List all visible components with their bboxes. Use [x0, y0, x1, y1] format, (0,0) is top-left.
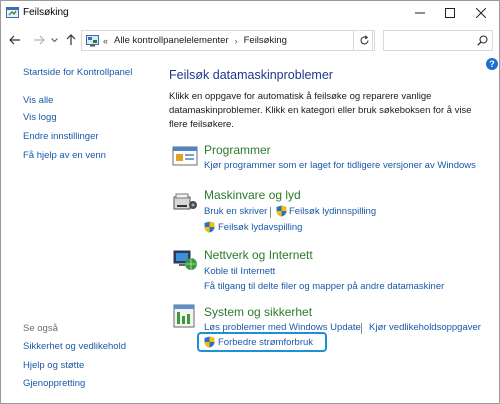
view-all-link[interactable]: Vis alle: [23, 95, 53, 106]
use-printer-link[interactable]: Bruk en skriver: [204, 206, 267, 217]
troubleshooting-window: Feilsøking « Alle kontrollpanelelementer…: [0, 0, 500, 404]
programs-icon[interactable]: [172, 143, 198, 169]
link-separator: [270, 207, 271, 218]
up-button[interactable]: [63, 31, 79, 49]
connect-internet-link[interactable]: Koble til Internett: [204, 266, 275, 277]
page-title: Feilsøk datamaskinproblemer: [169, 68, 333, 82]
maximize-icon: [445, 8, 455, 18]
control-panel-icon: [86, 34, 99, 46]
navigation-bar: « Alle kontrollpanelelementer › Feilsøki…: [1, 27, 499, 53]
uac-shield-icon: [276, 205, 287, 217]
close-button[interactable]: [466, 3, 496, 23]
breadcrumb-overflow[interactable]: «: [103, 36, 108, 46]
breadcrumb-all-items[interactable]: Alle kontrollpanelelementer: [114, 35, 229, 46]
troubleshooting-app-icon: [6, 7, 19, 18]
back-button[interactable]: [7, 31, 23, 49]
arrow-up-icon: [66, 34, 76, 45]
search-input[interactable]: [383, 30, 493, 51]
uac-shield-icon: [204, 221, 215, 233]
control-panel-home-link[interactable]: Startside for Kontrollpanel: [23, 67, 132, 78]
chevron-down-icon: [50, 37, 58, 42]
get-help-from-friend-link[interactable]: Få hjelp av en venn: [23, 150, 106, 161]
breadcrumb-current[interactable]: Feilsøking: [244, 35, 287, 46]
page-description: Klikk en oppgave for automatisk å feilsø…: [169, 91, 472, 130]
title-bar: Feilsøking: [1, 1, 499, 25]
see-also-heading: Se også: [23, 323, 58, 334]
run-legacy-programs-link[interactable]: Kjør programmer som er laget for tidlige…: [204, 160, 476, 171]
window-title: Feilsøking: [23, 7, 69, 18]
minimize-icon: [415, 12, 425, 14]
arrow-right-icon: [34, 35, 45, 45]
refresh-button[interactable]: [353, 30, 375, 51]
arrow-left-icon: [9, 35, 20, 45]
uac-shield-icon: [204, 336, 215, 348]
category-network-internet-title[interactable]: Nettverk og Internett: [204, 248, 313, 262]
change-settings-link[interactable]: Endre innstillinger: [23, 131, 99, 142]
category-hardware-sound-title[interactable]: Maskinvare og lyd: [204, 188, 301, 202]
improve-power-usage-link[interactable]: Forbedre strømforbruk: [218, 337, 313, 348]
link-separator: [361, 323, 362, 334]
run-maintenance-link[interactable]: Kjør vedlikeholdsoppgaver: [369, 322, 481, 333]
help-icon[interactable]: ?: [486, 58, 498, 70]
category-programs-title[interactable]: Programmer: [204, 143, 271, 157]
view-history-link[interactable]: Vis logg: [23, 112, 57, 123]
access-shared-files-link[interactable]: Få tilgang til delte filer og mapper på …: [204, 281, 444, 292]
network-internet-icon[interactable]: [172, 247, 198, 273]
help-support-link[interactable]: Hjelp og støtte: [23, 360, 84, 371]
troubleshoot-audio-playback-link[interactable]: Feilsøk lydavspilling: [218, 222, 302, 233]
security-maintenance-link[interactable]: Sikkerhet og vedlikehold: [23, 341, 126, 352]
system-security-icon[interactable]: [172, 303, 198, 329]
forward-button[interactable]: [31, 31, 47, 49]
troubleshoot-audio-recording-link[interactable]: Feilsøk lydinnspilling: [289, 206, 376, 217]
address-bar[interactable]: « Alle kontrollpanelelementer › Feilsøki…: [81, 30, 373, 51]
hardware-sound-icon[interactable]: [172, 189, 198, 215]
refresh-icon: [359, 35, 369, 45]
minimize-button[interactable]: [405, 3, 435, 23]
recent-locations-button[interactable]: [49, 31, 59, 49]
recovery-link[interactable]: Gjenoppretting: [23, 378, 85, 389]
breadcrumb-separator: ›: [234, 35, 238, 46]
category-system-security-title[interactable]: System og sikkerhet: [204, 305, 312, 319]
close-icon: [476, 8, 486, 18]
search-icon: [477, 35, 488, 46]
maximize-button[interactable]: [435, 3, 465, 23]
